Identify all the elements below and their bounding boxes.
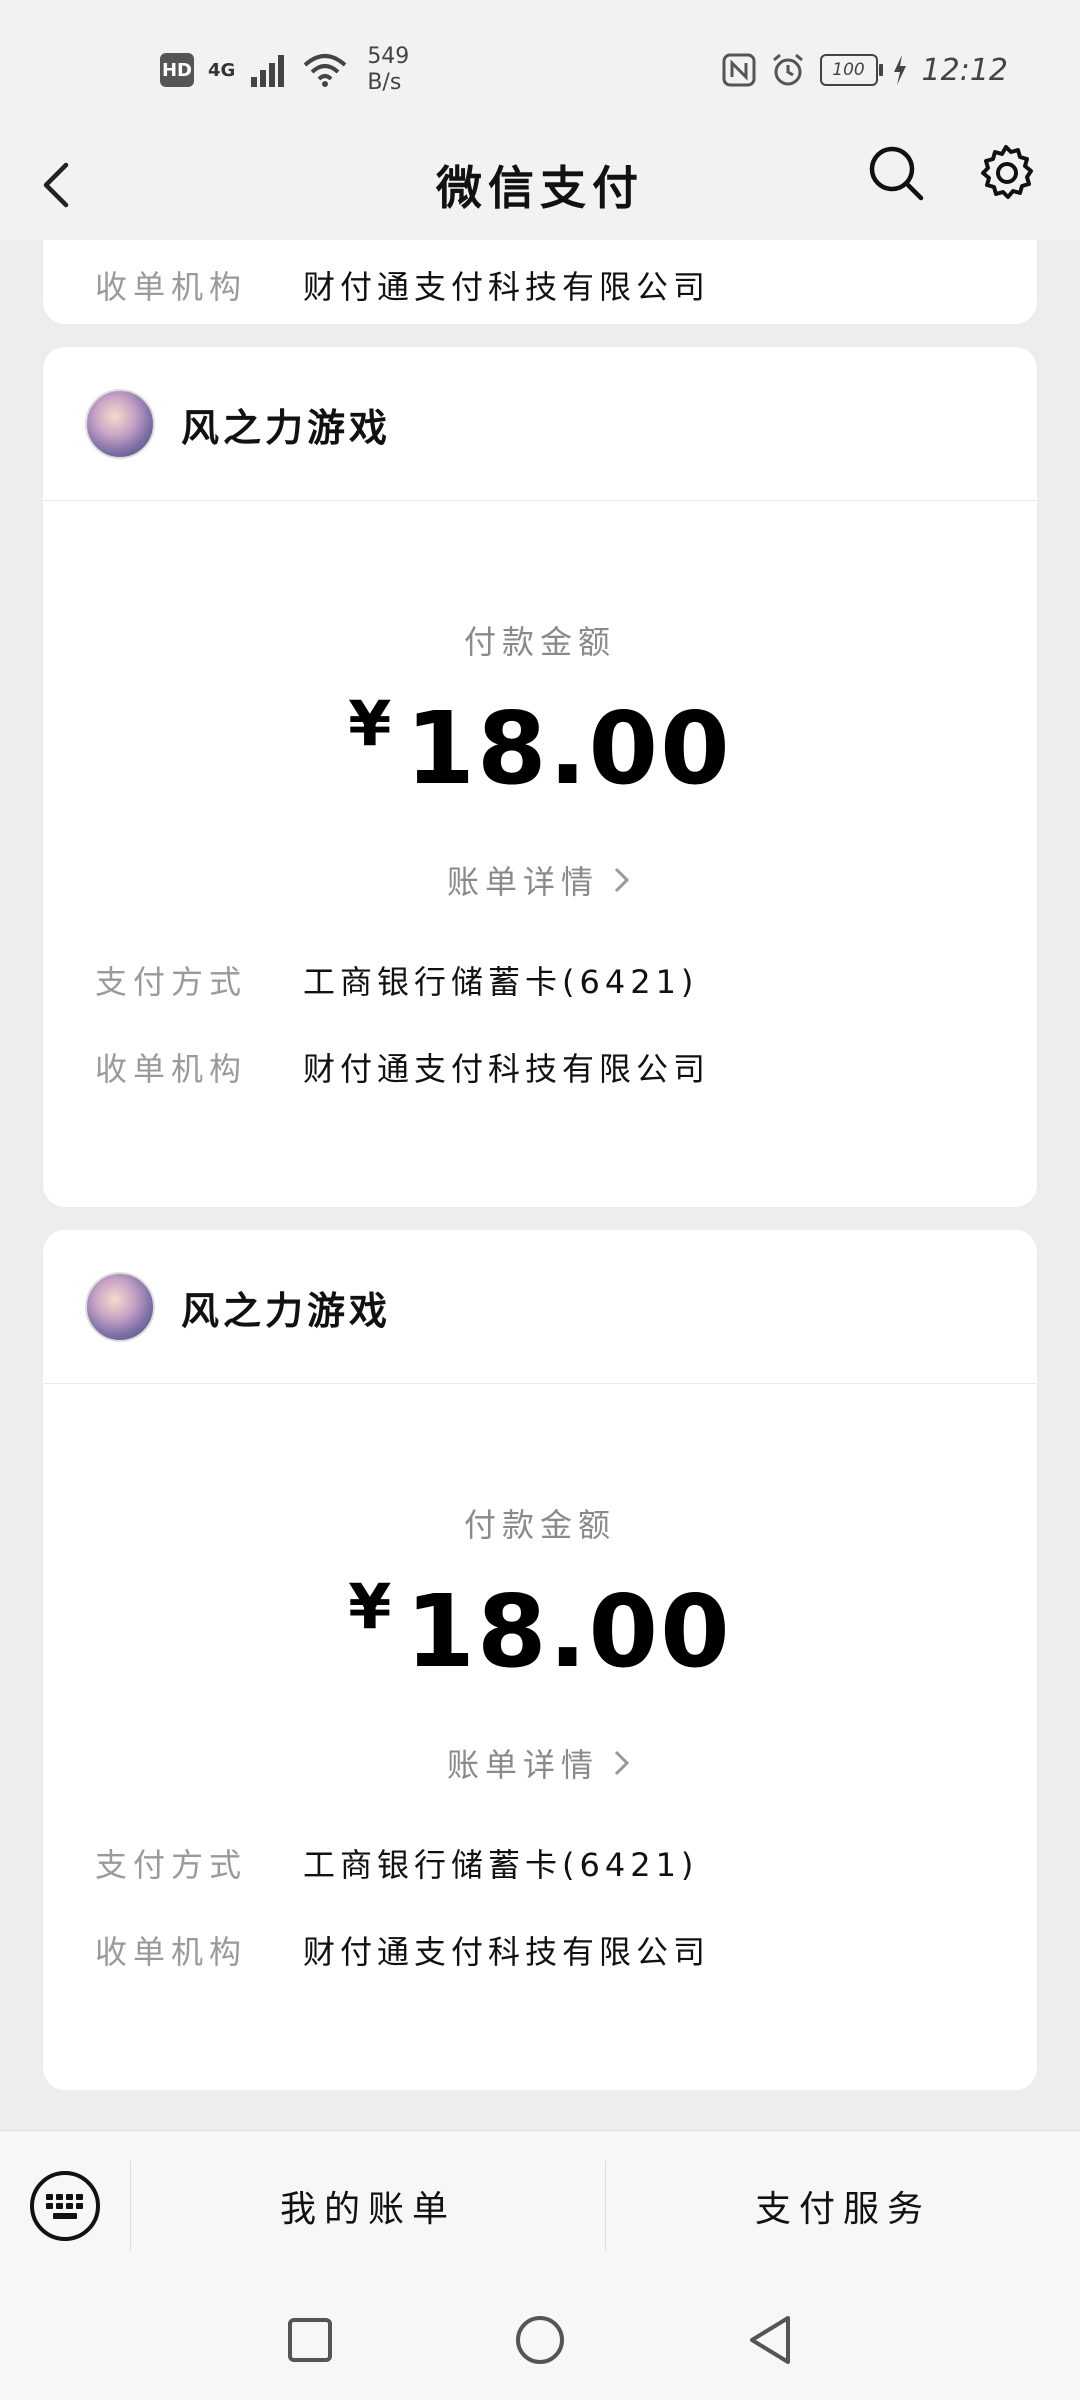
acquirer-label: 收单机构 xyxy=(95,268,248,306)
network-speed-unit: B/s xyxy=(367,70,402,95)
amount: ¥18.00 xyxy=(43,1570,1037,1690)
record-card[interactable]: 风之力游戏 付款金额 ¥18.00 账单详情 支付方式 工商银行储蓄卡(6421… xyxy=(43,347,1037,1207)
home-icon[interactable] xyxy=(510,2310,570,2370)
record-card[interactable]: 风之力游戏 付款金额 ¥18.00 账单详情 支付方式 工商银行储蓄卡(6421… xyxy=(43,1230,1037,2090)
records-list[interactable]: 收单机构 财付通支付科技有限公司 风之力游戏 付款金额 ¥18.00 账单详情 … xyxy=(0,240,1080,2130)
network-speed: 549 B/s xyxy=(367,44,409,96)
bill-detail-label: 账单详情 xyxy=(446,1746,599,1784)
battery-indicator: 100 xyxy=(819,54,883,86)
payment-method-row: 支付方式 工商银行储蓄卡(6421) xyxy=(95,1838,698,1888)
network-type: 4G xyxy=(208,59,236,81)
tab-payment-services[interactable]: 支付服务 xyxy=(606,2171,1080,2241)
wifi-icon xyxy=(303,54,347,87)
payment-method-label: 支付方式 xyxy=(95,1846,248,1884)
acquirer-label: 收单机构 xyxy=(95,1933,248,1971)
amount-value: 18.00 xyxy=(405,690,732,807)
payment-method-row: 支付方式 工商银行储蓄卡(6421) xyxy=(95,955,698,1005)
search-icon[interactable] xyxy=(866,143,926,203)
merchant-avatar xyxy=(85,1272,155,1342)
amount-label: 付款金额 xyxy=(463,623,616,661)
amount-value: 18.00 xyxy=(405,1573,732,1690)
alarm-icon xyxy=(772,53,803,86)
amount: ¥18.00 xyxy=(43,687,1037,807)
acquirer-value: 财付通支付科技有限公司 xyxy=(303,1050,711,1088)
payment-method-value: 工商银行储蓄卡(6421) xyxy=(303,1846,699,1884)
charging-icon xyxy=(893,55,906,85)
tab-my-bills[interactable]: 我的账单 xyxy=(131,2171,605,2241)
merchant-header[interactable]: 风之力游戏 xyxy=(85,389,391,459)
hd-badge: HD xyxy=(160,53,194,87)
acquirer-value: 财付通支付科技有限公司 xyxy=(303,1933,711,1971)
system-nav-bar xyxy=(0,2280,1080,2400)
nfc-icon xyxy=(722,53,756,87)
currency-symbol: ¥ xyxy=(348,1570,392,1643)
bill-detail-link[interactable]: 账单详情 xyxy=(43,1740,1037,1786)
signal-icon xyxy=(251,55,285,87)
payment-method-value: 工商银行储蓄卡(6421) xyxy=(303,963,699,1001)
network-speed-value: 549 xyxy=(367,44,410,69)
acquirer-row: 收单机构 财付通支付科技有限公司 xyxy=(95,1042,710,1092)
bill-detail-link[interactable]: 账单详情 xyxy=(43,857,1037,903)
chevron-right-icon xyxy=(614,867,630,893)
status-right: 100 12:12 xyxy=(722,40,1008,100)
keyboard-icon[interactable] xyxy=(28,2169,102,2243)
acquirer-row: 收单机构 财付通支付科技有限公司 xyxy=(95,1925,710,1975)
clock: 12:12 xyxy=(921,52,1008,88)
back-triangle-icon[interactable] xyxy=(740,2310,800,2370)
divider xyxy=(43,1383,1037,1384)
merchant-avatar xyxy=(85,389,155,459)
recent-apps-icon[interactable] xyxy=(280,2310,340,2370)
gear-icon[interactable] xyxy=(976,143,1036,203)
record-card-partial: 收单机构 财付通支付科技有限公司 xyxy=(43,240,1037,324)
currency-symbol: ¥ xyxy=(348,687,392,760)
bottom-tab-bar: 我的账单 支付服务 xyxy=(0,2130,1080,2281)
acquirer-value: 财付通支付科技有限公司 xyxy=(303,268,711,306)
merchant-header[interactable]: 风之力游戏 xyxy=(85,1272,391,1342)
merchant-name: 风之力游戏 xyxy=(181,1287,392,1333)
status-bar: HD 4G 549 B/s 100 12:12 xyxy=(0,0,1080,130)
payment-method-label: 支付方式 xyxy=(95,963,248,1001)
acquirer-row: 收单机构 财付通支付科技有限公司 xyxy=(95,260,710,310)
acquirer-label: 收单机构 xyxy=(95,1050,248,1088)
status-left: HD 4G 549 B/s xyxy=(160,40,409,100)
merchant-name: 风之力游戏 xyxy=(181,404,392,450)
amount-label: 付款金额 xyxy=(463,1506,616,1544)
divider xyxy=(43,500,1037,501)
bill-detail-label: 账单详情 xyxy=(446,863,599,901)
chevron-right-icon xyxy=(614,1750,630,1776)
